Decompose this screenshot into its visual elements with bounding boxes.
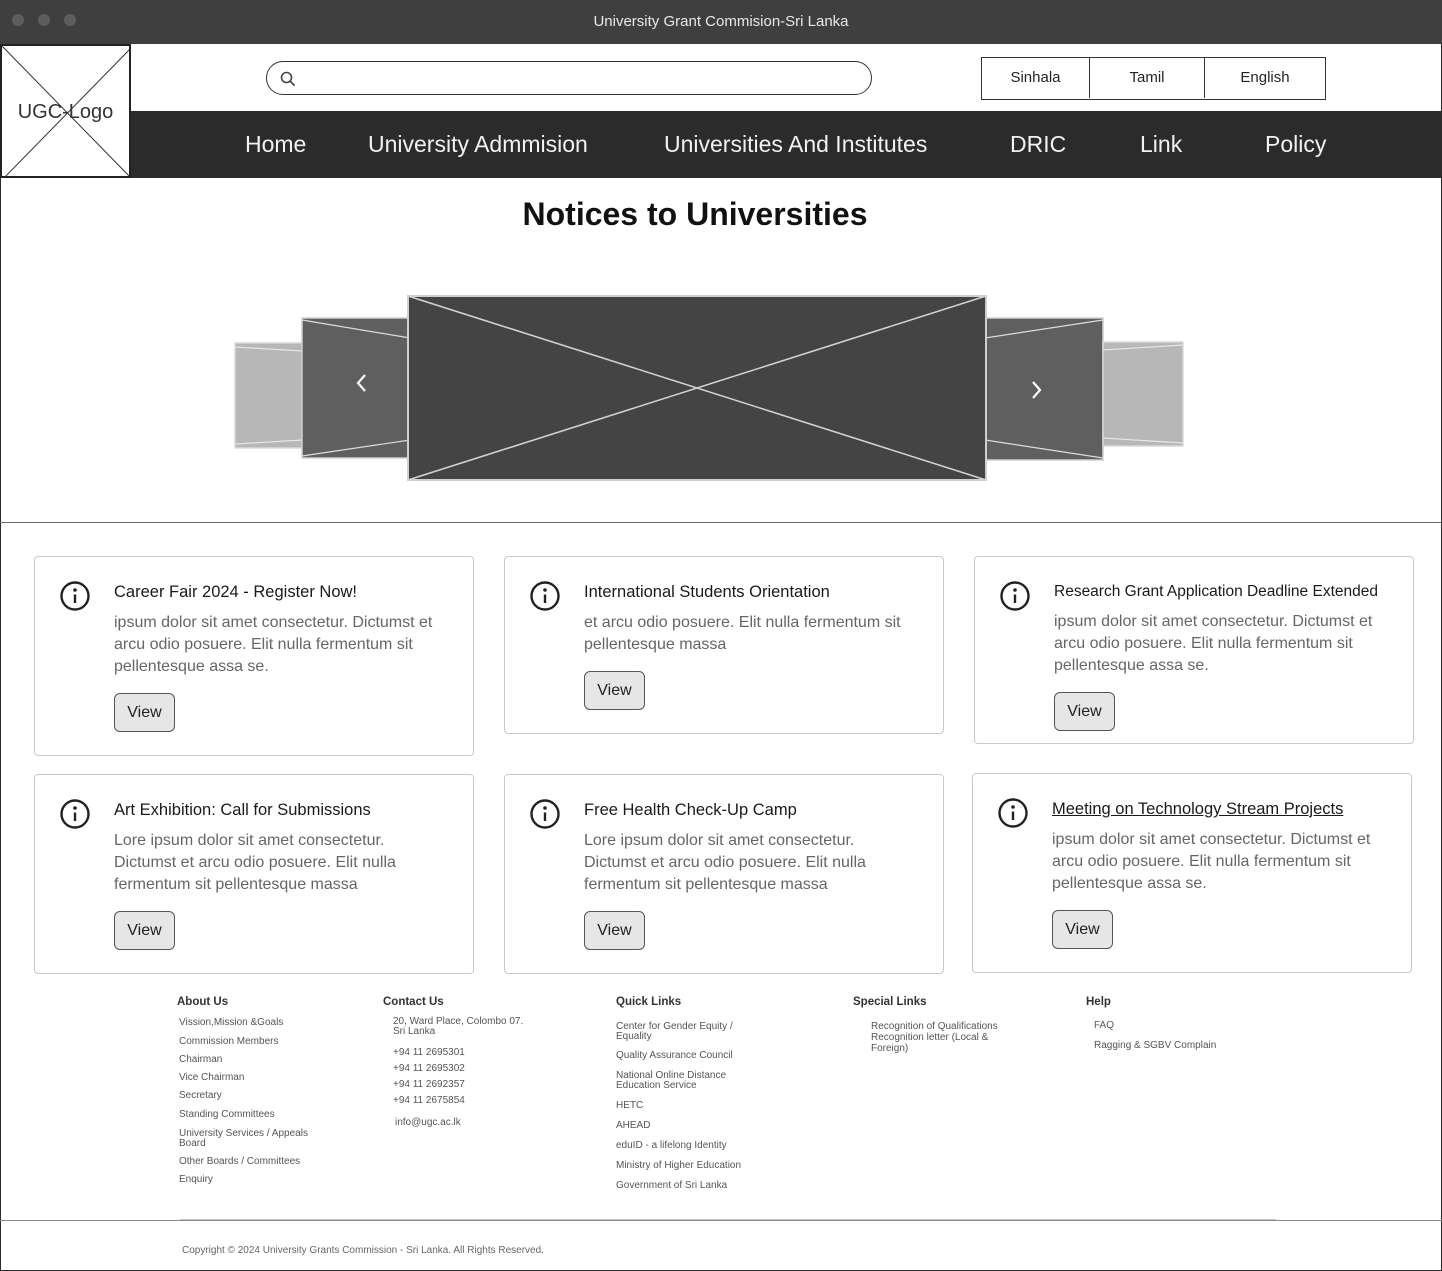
footer-about: About Us Vission,Mission &Goals Commissi… [177,996,329,1185]
footer-link[interactable]: Recognition of Qualifications Recognitio… [853,1021,1003,1054]
nav-link[interactable]: Link [1140,131,1182,158]
contact-phone: +94 11 2695301 [393,1047,465,1058]
footer-link[interactable]: eduID - a lifelong Identity [616,1140,746,1151]
carousel-slides [234,295,1184,481]
footer-link[interactable]: Ministry of Higher Education [616,1160,746,1171]
footer-link[interactable]: Quality Assurance Council [616,1050,746,1061]
footer-link[interactable]: Standing Committees [179,1109,329,1120]
notice-description: Lore ipsum dolor sit amet consectetur. D… [584,832,866,893]
contact-email[interactable]: info@ugc.ac.lk [393,1117,528,1128]
contact-phone: +94 11 2695302 [393,1063,465,1074]
search-bar[interactable] [266,61,872,95]
notice-card: Meeting on Technology Stream Projects ip… [972,773,1412,973]
footer-link[interactable]: Chairman [179,1054,329,1065]
page-title: Notices to Universities [522,196,868,232]
info-icon [530,799,560,829]
search-icon [280,71,296,87]
nav-university-admission[interactable]: University Admmision [368,131,588,158]
footer-quick-links: Quick Links Center for Gender Equity / E… [616,996,746,1191]
nav-universities-institutes[interactable]: Universities And Institutes [664,131,927,158]
window-title: University Grant Commision-Sri Lanka [593,13,849,30]
info-icon [60,581,90,611]
notice-description: et arcu odio posuere. Elit nulla ferment… [584,614,901,653]
footer-heading: Special Links [853,996,927,1008]
contact-address: 20, Ward Place, Colombo 07. Sri Lanka [393,1016,524,1037]
notice-description: ipsum dolor sit amet consectetur. Dictum… [1052,831,1371,892]
lang-sinhala-button[interactable]: Sinhala [982,58,1090,98]
footer-link[interactable]: Vice Chairman [179,1072,329,1083]
nav-home[interactable]: Home [245,131,306,158]
footer-link[interactable]: University Services / Appeals Board [179,1129,329,1149]
notice-title[interactable]: Career Fair 2024 - Register Now! [114,583,357,602]
footer-link[interactable]: Enquiry [179,1174,329,1185]
nav-dric[interactable]: DRIC [1010,131,1066,158]
nav-policy[interactable]: Policy [1265,131,1326,158]
footer-link[interactable]: National Online Distance Education Servi… [616,1071,746,1091]
info-icon [530,581,560,611]
notice-title[interactable]: Meeting on Technology Stream Projects [1052,800,1343,819]
footer-contact: Contact Us 20, Ward Place, Colombo 07. S… [383,996,528,1128]
contact-phone: +94 11 2692357 [393,1079,465,1090]
view-button[interactable]: View [114,693,175,732]
footer-link[interactable]: Commission Members [179,1036,329,1047]
notice-card: Research Grant Application Deadline Exte… [974,556,1414,744]
notice-card: International Students Orientation et ar… [504,556,944,734]
footer-heading: Help [1086,996,1111,1008]
footer-link[interactable]: Secretary [179,1090,329,1101]
footer-special-links: Special Links Recognition of Qualificati… [853,996,1003,1054]
notice-title[interactable]: International Students Orientation [584,583,830,602]
footer-link[interactable]: HETC [616,1100,746,1111]
contact-phone: +94 11 2675854 [393,1095,465,1106]
footer-link[interactable]: AHEAD [616,1120,746,1131]
lang-english-button[interactable]: English [1205,58,1325,98]
info-icon [998,798,1028,828]
logo-text: UGC-Logo [17,101,114,123]
chevron-left-icon [356,374,366,392]
footer-link[interactable]: Center for Gender Equity / Equality [616,1022,746,1042]
notice-description: ipsum dolor sit amet consectetur. Dictum… [114,614,433,675]
notice-card: Art Exhibition: Call for Submissions Lor… [34,774,474,974]
carousel-slide-main[interactable] [407,295,987,481]
footer-link[interactable]: Ragging & SGBV Complain [1086,1040,1216,1051]
footer-help: Help FAQ Ragging & SGBV Complain [1086,996,1216,1051]
footer-link[interactable]: FAQ [1086,1020,1216,1031]
notice-title[interactable]: Free Health Check-Up Camp [584,801,797,820]
footer-link[interactable]: Government of Sri Lanka [616,1180,746,1191]
view-button[interactable]: View [584,911,645,950]
search-input[interactable] [305,66,855,90]
footer-heading: About Us [177,996,229,1008]
footer-divider [0,1220,1442,1221]
view-button[interactable]: View [584,671,645,710]
footer-heading: Contact Us [383,996,444,1008]
window-titlebar: University Grant Commision-Sri Lanka [0,0,1442,44]
section-divider [0,522,1442,523]
view-button[interactable]: View [1054,692,1115,731]
copyright-text: Copyright © 2024 University Grants Commi… [182,1245,544,1256]
lang-tamil-button[interactable]: Tamil [1090,58,1205,98]
view-button[interactable]: View [114,911,175,950]
language-switcher: Sinhala Tamil English [981,57,1326,100]
view-button[interactable]: View [1052,910,1113,949]
footer-heading: Quick Links [616,996,682,1008]
footer-link[interactable]: Other Boards / Committees [179,1156,329,1167]
notice-card: Career Fair 2024 - Register Now! ipsum d… [34,556,474,756]
notices-carousel [230,290,1190,485]
ugc-logo[interactable]: UGC-Logo [0,44,131,178]
notice-title[interactable]: Research Grant Application Deadline Exte… [1054,583,1378,601]
carousel-slide-right[interactable] [984,317,1104,461]
info-icon [1000,581,1030,611]
footer-link[interactable]: Vission,Mission &Goals [179,1017,329,1028]
notice-card: Free Health Check-Up Camp Lore ipsum dol… [504,774,944,974]
notice-description: ipsum dolor sit amet consectetur. Dictum… [1054,613,1373,674]
carousel-slide-far-left[interactable] [234,342,304,449]
chevron-right-icon [1032,381,1042,399]
info-icon [60,799,90,829]
notice-title[interactable]: Art Exhibition: Call for Submissions [114,801,371,820]
carousel-slide-far-right[interactable] [1102,341,1184,447]
notice-description: Lore ipsum dolor sit amet consectetur. D… [114,832,396,893]
main-navbar: Home University Admmision Universities A… [131,111,1442,178]
